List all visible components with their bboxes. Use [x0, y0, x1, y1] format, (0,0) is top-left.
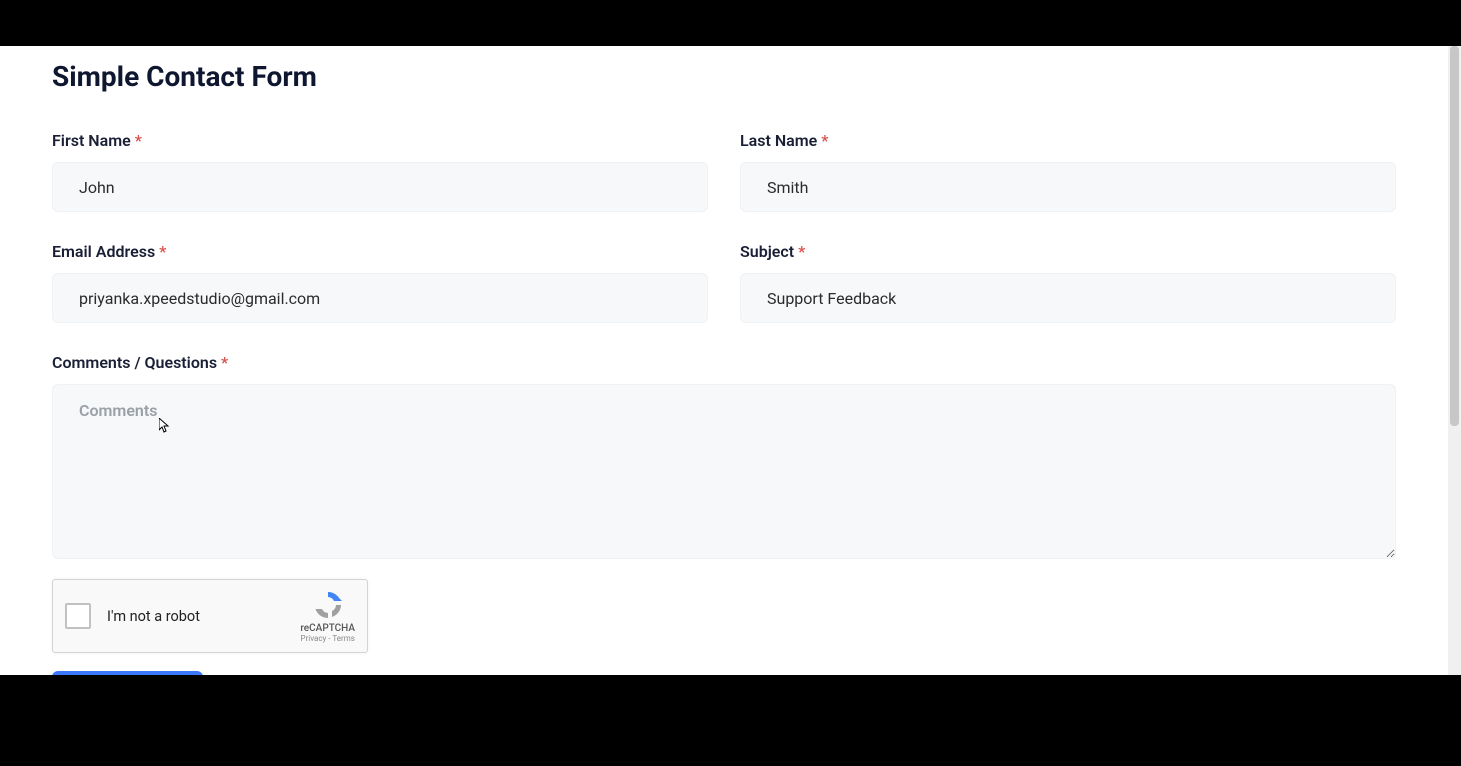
- send-message-button[interactable]: Send Message: [52, 671, 203, 675]
- scrollbar-thumb[interactable]: [1450, 46, 1459, 426]
- page-title: Simple Contact Form: [52, 46, 1396, 93]
- form-row-1: First Name * Last Name *: [52, 131, 1396, 212]
- recaptcha-checkbox[interactable]: [65, 603, 91, 629]
- comments-label-text: Comments / Questions: [52, 353, 217, 372]
- email-label-text: Email Address: [52, 242, 155, 261]
- required-marker: *: [798, 242, 805, 261]
- subject-input[interactable]: [740, 273, 1396, 323]
- first-name-input[interactable]: [52, 162, 708, 212]
- recaptcha-links[interactable]: Privacy - Terms: [301, 634, 355, 643]
- last-name-input[interactable]: [740, 162, 1396, 212]
- required-marker: *: [821, 131, 828, 150]
- first-name-group: First Name *: [52, 131, 708, 212]
- recaptcha-widget: I'm not a robot reCAPTCHA Privacy - Term…: [52, 579, 368, 653]
- first-name-label: First Name *: [52, 131, 708, 150]
- subject-label-text: Subject: [740, 242, 794, 261]
- recaptcha-branding: reCAPTCHA Privacy - Terms: [300, 589, 355, 643]
- email-group: Email Address *: [52, 242, 708, 323]
- comments-label: Comments / Questions *: [52, 353, 1396, 372]
- recaptcha-logo-icon: [312, 589, 344, 621]
- last-name-label: Last Name *: [740, 131, 1396, 150]
- first-name-label-text: First Name: [52, 131, 131, 150]
- comments-group: Comments / Questions *: [52, 353, 1396, 563]
- comments-textarea[interactable]: [52, 384, 1396, 559]
- email-label: Email Address *: [52, 242, 708, 261]
- subject-label: Subject *: [740, 242, 1396, 261]
- last-name-label-text: Last Name: [740, 131, 817, 150]
- email-input[interactable]: [52, 273, 708, 323]
- last-name-group: Last Name *: [740, 131, 1396, 212]
- recaptcha-brand-text: reCAPTCHA: [300, 623, 355, 634]
- required-marker: *: [221, 353, 228, 372]
- required-marker: *: [159, 242, 166, 261]
- form-row-2: Email Address * Subject *: [52, 242, 1396, 323]
- recaptcha-label: I'm not a robot: [107, 608, 300, 625]
- subject-group: Subject *: [740, 242, 1396, 323]
- vertical-scrollbar[interactable]: [1448, 46, 1461, 675]
- page-content: Simple Contact Form First Name * Last Na…: [0, 46, 1448, 675]
- required-marker: *: [135, 131, 142, 150]
